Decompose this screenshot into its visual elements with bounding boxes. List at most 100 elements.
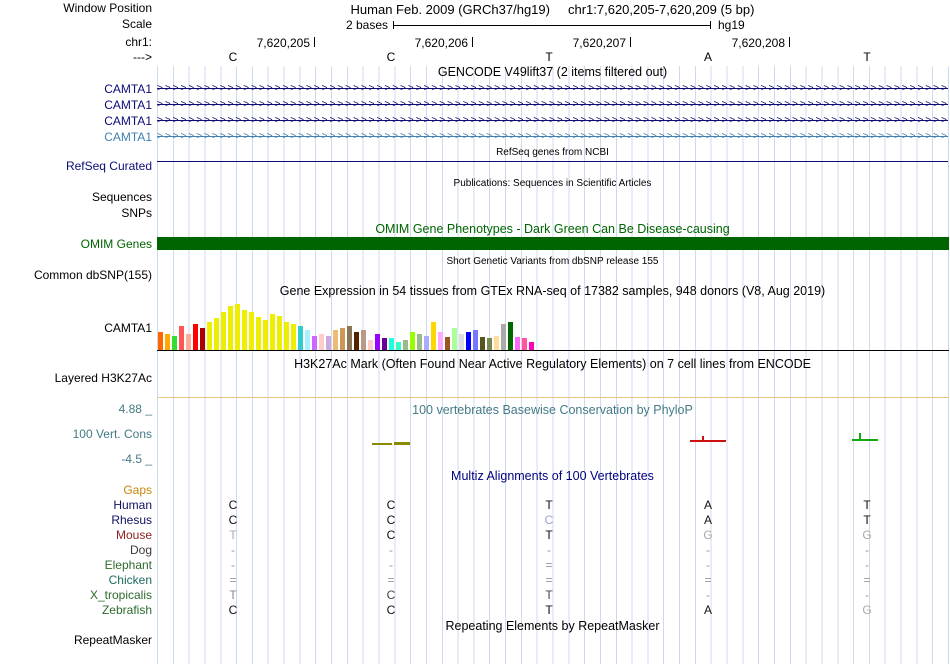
gtex-bar[interactable] bbox=[284, 322, 289, 350]
gtex-bar[interactable] bbox=[256, 317, 261, 350]
gencode-transcript-row[interactable]: >>>>>>>>>>>>>>>>>>>>>>>>>>>>>>>>>>>>>>>>… bbox=[157, 97, 948, 112]
gtex-bar[interactable] bbox=[221, 312, 226, 350]
multiz-species-label[interactable]: Rhesus bbox=[0, 513, 152, 527]
gencode-gene-label[interactable]: CAMTA1 bbox=[0, 114, 152, 128]
alignment-base: C bbox=[386, 498, 396, 512]
gtex-bar[interactable] bbox=[431, 322, 436, 350]
gencode-transcript-row[interactable]: >>>>>>>>>>>>>>>>>>>>>>>>>>>>>>>>>>>>>>>>… bbox=[157, 129, 948, 144]
gtex-bar[interactable] bbox=[179, 326, 184, 350]
gtex-bar[interactable] bbox=[501, 324, 506, 350]
alignment-base: - bbox=[865, 543, 869, 557]
alignment-base: - bbox=[706, 558, 710, 572]
layered-h3k27ac-label[interactable]: Layered H3K27Ac bbox=[0, 372, 152, 385]
gtex-bar[interactable] bbox=[473, 330, 478, 350]
gtex-bar[interactable] bbox=[228, 306, 233, 350]
gtex-bar[interactable] bbox=[466, 332, 471, 350]
gtex-bar[interactable] bbox=[529, 342, 534, 350]
gtex-bar[interactable] bbox=[354, 332, 359, 350]
gtex-bar[interactable] bbox=[214, 318, 219, 350]
multiz-species-label[interactable]: Human bbox=[0, 498, 152, 512]
gtex-bar[interactable] bbox=[522, 338, 527, 350]
gtex-bar[interactable] bbox=[375, 334, 380, 350]
gtex-bar[interactable] bbox=[396, 342, 401, 350]
ruler-tick bbox=[630, 37, 631, 47]
gtex-bar[interactable] bbox=[424, 336, 429, 350]
gencode-gene-label[interactable]: CAMTA1 bbox=[0, 82, 152, 96]
omim-track-title[interactable]: OMIM Gene Phenotypes - Dark Green Can Be… bbox=[157, 223, 948, 236]
gtex-bar[interactable] bbox=[347, 326, 352, 350]
gtex-bar[interactable] bbox=[508, 322, 513, 350]
gtex-bar[interactable] bbox=[270, 314, 275, 350]
gencode-gene-label[interactable]: CAMTA1 bbox=[0, 130, 152, 144]
alignment-base: T bbox=[863, 513, 871, 527]
multiz-species-label[interactable]: Elephant bbox=[0, 558, 152, 572]
gtex-bar[interactable] bbox=[207, 322, 212, 350]
alignment-base: G bbox=[703, 528, 713, 542]
refseq-track-title[interactable]: RefSeq genes from NCBI bbox=[157, 146, 948, 159]
multiz-track-title[interactable]: Multiz Alignments of 100 Vertebrates bbox=[157, 470, 948, 483]
gencode-transcript-row[interactable]: >>>>>>>>>>>>>>>>>>>>>>>>>>>>>>>>>>>>>>>>… bbox=[157, 113, 948, 128]
gtex-bar[interactable] bbox=[494, 336, 499, 350]
gtex-bar[interactable] bbox=[389, 338, 394, 350]
gtex-bar[interactable] bbox=[515, 337, 520, 350]
publications-track-title[interactable]: Publications: Sequences in Scientific Ar… bbox=[157, 177, 948, 190]
gencode-gene-label[interactable]: CAMTA1 bbox=[0, 98, 152, 112]
gtex-bar[interactable] bbox=[305, 330, 310, 350]
gtex-bar[interactable] bbox=[186, 334, 191, 350]
phylop-track-label[interactable]: 100 Vert. Cons bbox=[0, 428, 152, 441]
gtex-bar[interactable] bbox=[403, 340, 408, 350]
gtex-bar[interactable] bbox=[417, 334, 422, 350]
gtex-bar[interactable] bbox=[410, 332, 415, 350]
gtex-bar[interactable] bbox=[193, 324, 198, 350]
genome-label: hg19 bbox=[718, 18, 745, 32]
multiz-species-label[interactable]: Mouse bbox=[0, 528, 152, 542]
gtex-bar[interactable] bbox=[452, 328, 457, 350]
gtex-bar[interactable] bbox=[249, 312, 254, 350]
sequences-label[interactable]: Sequences bbox=[0, 191, 152, 204]
gtex-bar[interactable] bbox=[172, 336, 177, 350]
gtex-bar[interactable] bbox=[165, 334, 170, 350]
omim-genes-label[interactable]: OMIM Genes bbox=[0, 238, 152, 251]
refseq-curated-label[interactable]: RefSeq Curated bbox=[0, 160, 152, 173]
gtex-bar[interactable] bbox=[277, 316, 282, 350]
gtex-bar[interactable] bbox=[291, 324, 296, 350]
gtex-bar[interactable] bbox=[235, 304, 240, 350]
common-dbsnp-label[interactable]: Common dbSNP(155) bbox=[0, 269, 152, 282]
gtex-bar[interactable] bbox=[326, 336, 331, 350]
gencode-track-title[interactable]: GENCODE V49lift37 (2 items filtered out) bbox=[157, 66, 948, 79]
gtex-bar[interactable] bbox=[298, 326, 303, 350]
phylop-track-title[interactable]: 100 vertebrates Basewise Conservation by… bbox=[157, 404, 948, 417]
gtex-bar[interactable] bbox=[158, 332, 163, 350]
multiz-species-label[interactable]: Chicken bbox=[0, 573, 152, 587]
gtex-bar[interactable] bbox=[438, 332, 443, 350]
omim-gene-bar[interactable] bbox=[157, 237, 949, 250]
multiz-species-label[interactable]: Gaps bbox=[0, 483, 152, 497]
gtex-bar[interactable] bbox=[319, 334, 324, 350]
gtex-bar[interactable] bbox=[312, 336, 317, 350]
multiz-species-label[interactable]: X_tropicalis bbox=[0, 588, 152, 602]
strand-arrows-icon: >>>>>>>>>>>>>>>>>>>>>>>>>>>>>>>>>>>>>>>>… bbox=[157, 131, 948, 142]
snps-label[interactable]: SNPs bbox=[0, 207, 152, 220]
gencode-transcript-row[interactable]: >>>>>>>>>>>>>>>>>>>>>>>>>>>>>>>>>>>>>>>>… bbox=[157, 81, 948, 96]
gtex-bar[interactable] bbox=[368, 340, 373, 350]
gtex-bar[interactable] bbox=[200, 328, 205, 350]
gtex-bar[interactable] bbox=[361, 330, 366, 350]
h3k27ac-track-title[interactable]: H3K27Ac Mark (Often Found Near Active Re… bbox=[157, 358, 948, 371]
gtex-gene-label[interactable]: CAMTA1 bbox=[0, 322, 152, 335]
repeatmasker-label[interactable]: RepeatMasker bbox=[0, 634, 152, 647]
gtex-bar[interactable] bbox=[445, 337, 450, 350]
gtex-bar[interactable] bbox=[263, 320, 268, 350]
gtex-bar[interactable] bbox=[340, 328, 345, 350]
refseq-gene-line[interactable] bbox=[157, 161, 948, 162]
repeatmasker-track-title[interactable]: Repeating Elements by RepeatMasker bbox=[157, 620, 948, 633]
dbsnp-track-title[interactable]: Short Genetic Variants from dbSNP releas… bbox=[157, 255, 948, 268]
multiz-species-label[interactable]: Zebrafish bbox=[0, 603, 152, 617]
gtex-track-title[interactable]: Gene Expression in 54 tissues from GTEx … bbox=[157, 285, 948, 298]
gtex-bar[interactable] bbox=[487, 338, 492, 350]
gtex-bar[interactable] bbox=[480, 337, 485, 350]
gtex-bar[interactable] bbox=[382, 338, 387, 350]
gtex-bar[interactable] bbox=[459, 334, 464, 350]
gtex-bar[interactable] bbox=[242, 310, 247, 350]
gtex-bar[interactable] bbox=[333, 330, 338, 350]
multiz-species-label[interactable]: Dog bbox=[0, 543, 152, 557]
